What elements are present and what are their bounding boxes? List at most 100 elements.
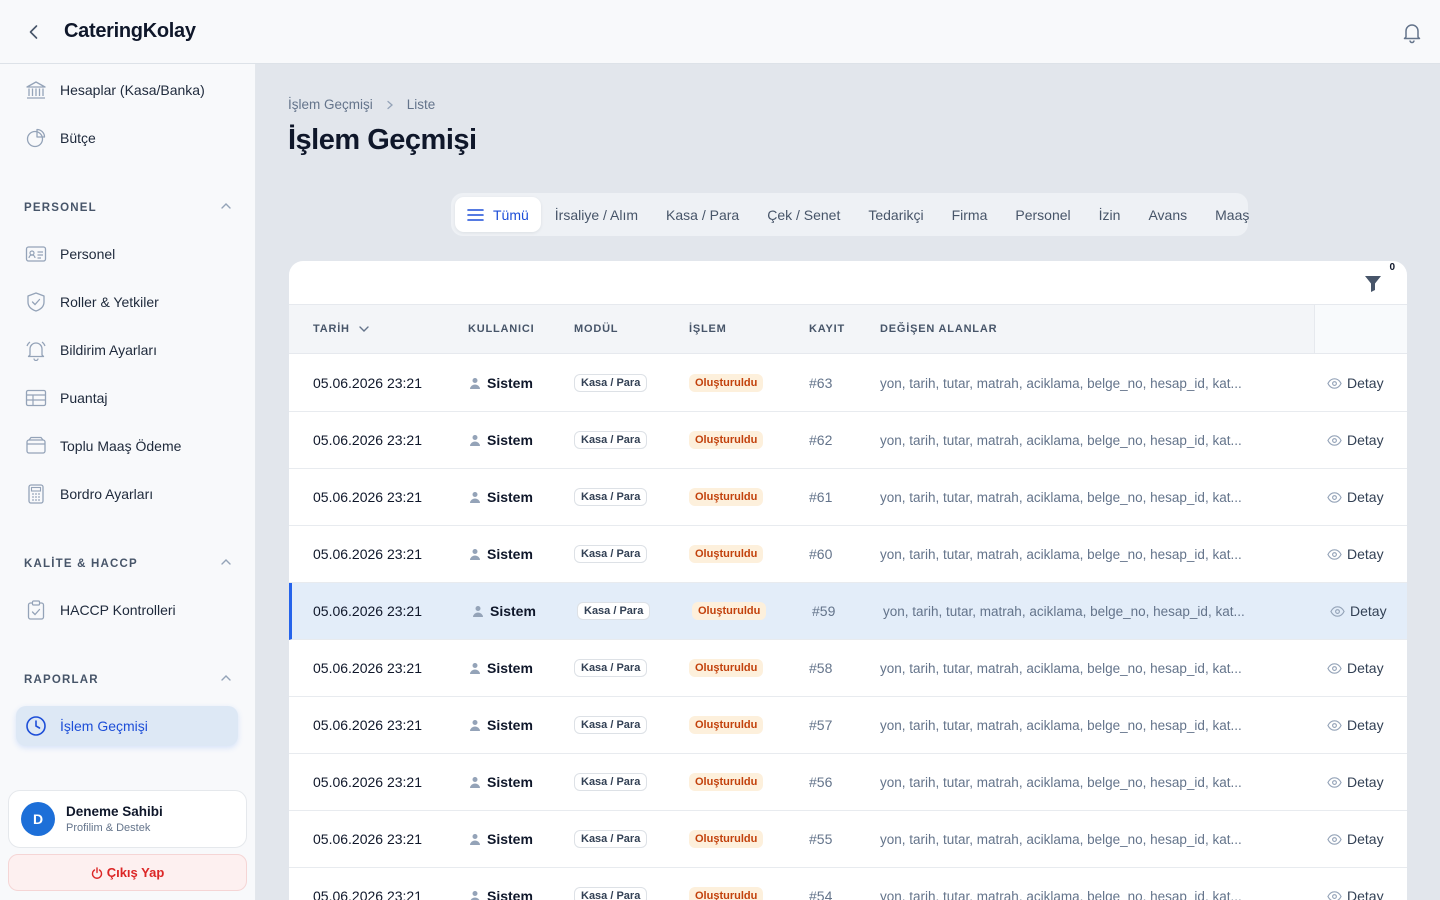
cell-changed-fields: yon, tarih, tutar, matrah, aciklama, bel… [880,546,1242,562]
eye-icon [1330,604,1345,619]
table-row[interactable]: 05.06.2026 23:21 Sistem Kasa / Para Oluştur… [289,754,1407,811]
tab-company[interactable]: Firma [938,197,1002,232]
cell-record: #62 [809,432,833,448]
cell-user: Sistem [469,526,533,582]
sidebar-item-bulk-salary[interactable]: Toplu Maaş Ödeme [16,426,238,466]
operation-badge: Oluşturuldu [692,602,767,620]
cell-operation: Oluşturuldu [689,355,764,411]
section-personel-toggle[interactable]: PERSONEL [24,198,232,218]
avatar: D [21,802,55,836]
sidebar-item-history[interactable]: İşlem Geçmişi [16,706,238,746]
sidebar-item-timesheet[interactable]: Puantaj [16,378,238,418]
detail-button[interactable]: Detay [1327,697,1384,753]
detail-label: Detay [1347,432,1384,448]
cell-module: Kasa / Para [574,355,648,411]
sidebar-item-roles[interactable]: Roller & Yetkiler [16,282,238,322]
profile-name: Deneme Sahibi [66,804,163,819]
detail-button[interactable]: Detay [1327,526,1384,582]
column-header-fields: DEĞİŞEN ALANLAR [880,323,998,335]
cell-user: Sistem [469,868,533,900]
eye-icon [1327,376,1342,391]
tab-leave[interactable]: İzin [1085,197,1135,232]
user-name: Sistem [487,546,533,562]
filter-icon[interactable] [1361,271,1385,295]
sidebar-item-haccp[interactable]: HACCP Kontrolleri [16,590,238,630]
cell-changed-fields: yon, tarih, tutar, matrah, aciklama, bel… [880,774,1242,790]
sidebar-item-label: Hesaplar (Kasa/Banka) [60,82,205,98]
cell-changed-fields: yon, tarih, tutar, matrah, aciklama, bel… [880,489,1242,505]
column-header-actions [1314,305,1407,353]
column-header-date[interactable]: TARİH [313,323,370,335]
cell-date: 05.06.2026 23:21 [313,831,422,847]
detail-button[interactable]: Detay [1327,640,1384,696]
chevron-right-icon [385,100,395,110]
table-row[interactable]: 05.06.2026 23:21 Sistem Kasa / Para Oluştur… [289,355,1407,412]
filter-count: 0 [1389,262,1395,273]
eye-icon [1327,490,1342,505]
detail-button[interactable]: Detay [1330,583,1387,639]
cell-user: Sistem [469,811,533,867]
tab-all[interactable]: Tümü [455,197,541,232]
detail-label: Detay [1347,375,1384,391]
sidebar-item-notification-settings[interactable]: Bildirim Ayarları [16,330,238,370]
sidebar-item-accounts[interactable]: Hesaplar (Kasa/Banka) [16,70,238,110]
detail-button[interactable]: Detay [1327,412,1384,468]
table-row[interactable]: 05.06.2026 23:21 Sistem Kasa / Para Oluştur… [289,811,1407,868]
operation-badge: Oluşturuldu [689,830,764,848]
table-row[interactable]: 05.06.2026 23:21 Sistem Kasa / Para Oluştur… [289,526,1407,583]
table-row[interactable]: 05.06.2026 23:21 Sistem Kasa / Para Oluştur… [289,469,1407,526]
section-reports-toggle[interactable]: RAPORLAR [24,670,232,690]
cell-date: 05.06.2026 23:21 [313,432,422,448]
section-quality-toggle[interactable]: KALİTE & HACCP [24,554,232,574]
table-row[interactable]: 05.06.2026 23:21 Sistem Kasa / Para Oluştur… [289,412,1407,469]
table-row[interactable]: 05.06.2026 23:21 Sistem Kasa / Para Oluştur… [289,868,1407,900]
detail-button[interactable]: Detay [1327,811,1384,867]
tab-advance[interactable]: Avans [1134,197,1201,232]
eye-icon [1327,775,1342,790]
back-arrow-icon[interactable] [22,20,46,44]
sidebar-item-budget[interactable]: Bütçe [16,118,238,158]
operation-badge: Oluşturuldu [689,488,764,506]
tab-personel[interactable]: Personel [1001,197,1084,232]
notification-bell-icon[interactable] [1400,20,1424,44]
profile-subtitle: Profilim & Destek [66,822,151,834]
sidebar-item-payroll-settings[interactable]: Bordro Ayarları [16,474,238,514]
detail-label: Detay [1347,831,1384,847]
user-icon [469,890,481,900]
cell-date: 05.06.2026 23:21 [313,375,422,391]
module-badge: Kasa / Para [574,431,648,449]
user-name: Sistem [487,432,533,448]
module-badge: Kasa / Para [574,545,648,563]
tab-supplier[interactable]: Tedarikçi [854,197,937,232]
table-row[interactable]: 05.06.2026 23:21 Sistem Kasa / Para Oluştur… [289,583,1407,640]
profile-card[interactable]: D Deneme Sahibi Profilim & Destek [8,790,247,848]
table-row[interactable]: 05.06.2026 23:21 Sistem Kasa / Para Oluştur… [289,640,1407,697]
tab-salary[interactable]: Maaş [1201,197,1263,232]
tab-waybill[interactable]: İrsaliye / Alım [541,197,652,232]
tab-check[interactable]: Çek / Senet [753,197,854,232]
table-row[interactable]: 05.06.2026 23:21 Sistem Kasa / Para Oluştur… [289,697,1407,754]
cell-record: #58 [809,660,833,676]
menu-icon [467,208,484,222]
logout-button[interactable]: Çıkış Yap [8,854,247,891]
cell-module: Kasa / Para [574,697,648,753]
cell-user: Sistem [469,412,533,468]
detail-button[interactable]: Detay [1327,868,1384,900]
sidebar: Hesaplar (Kasa/Banka) Bütçe PERSONEL Per… [0,64,256,900]
breadcrumb-item[interactable]: İşlem Geçmişi [288,97,373,112]
detail-button[interactable]: Detay [1327,355,1384,411]
cell-operation: Oluşturuldu [689,412,764,468]
cell-operation: Oluşturuldu [689,811,764,867]
cell-operation: Oluşturuldu [689,868,764,900]
bank-icon [24,78,48,102]
detail-button[interactable]: Detay [1327,754,1384,810]
cell-date: 05.06.2026 23:21 [313,660,422,676]
sidebar-item-label: İşlem Geçmişi [60,718,148,734]
cell-module: Kasa / Para [574,811,648,867]
tab-cash[interactable]: Kasa / Para [652,197,753,232]
sidebar-item-personel[interactable]: Personel [16,234,238,274]
detail-button[interactable]: Detay [1327,469,1384,525]
user-icon [469,719,481,731]
eye-icon [1327,889,1342,900]
section-title: PERSONEL [24,202,97,214]
